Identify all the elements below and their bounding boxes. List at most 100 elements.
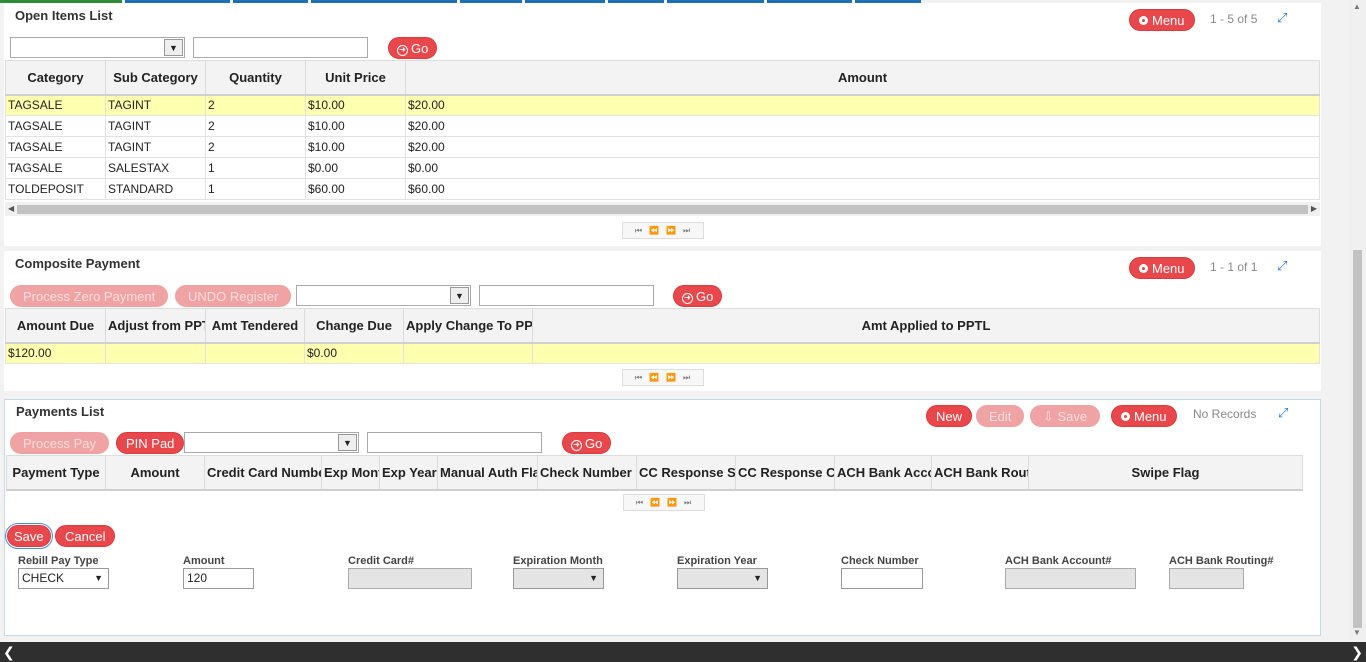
table-row[interactable]: TAGSALE TAGINT 2 $10.00 $20.00 — [5, 94, 1320, 116]
expiration-month-select[interactable]: ▼ — [513, 568, 604, 589]
column-header[interactable]: Credit Card Number — [204, 455, 322, 491]
column-header[interactable]: Change Due — [304, 308, 404, 344]
credit-card-input[interactable] — [348, 568, 472, 589]
vertical-scrollbar[interactable]: ▲ ▼ — [1349, 0, 1366, 640]
menu-button[interactable]: Menu — [1111, 405, 1177, 427]
column-header[interactable]: Adjust from PPTL — [105, 308, 206, 344]
cancel-button[interactable]: Cancel — [55, 525, 116, 547]
app-root: Open Items List Menu 1 - 5 of 5 ⤢ ▼ ➜ Go … — [0, 0, 1366, 662]
ach-bank-routing-input[interactable] — [1169, 568, 1244, 589]
go-button[interactable]: ➜ Go — [673, 285, 723, 307]
table-row[interactable]: TAGSALE SALESTAX 1 $0.00 $0.00 — [5, 157, 1320, 179]
column-header[interactable]: Check Number — [537, 455, 637, 491]
record-count: 1 - 1 of 1 — [1210, 260, 1258, 274]
expand-icon[interactable]: ⤢ — [1278, 406, 1292, 420]
cell: TAGSALE — [5, 157, 106, 179]
go-button[interactable]: ➜ Go — [562, 432, 612, 454]
column-header[interactable]: Exp Month — [321, 455, 380, 491]
scroll-left-icon[interactable]: ◀ — [8, 202, 14, 216]
save-label: Save — [1057, 409, 1088, 424]
column-header[interactable]: Amt Tendered — [205, 308, 305, 344]
column-header[interactable]: Payment Type — [6, 455, 106, 491]
filter-column-select[interactable]: ▼ — [184, 432, 359, 453]
check-number-input[interactable] — [841, 568, 923, 589]
menu-button[interactable]: Menu — [1129, 257, 1195, 279]
arrow-circle-icon: ➜ — [571, 440, 582, 451]
column-header[interactable]: Amount — [405, 60, 1320, 96]
scroll-right-icon[interactable]: ▶ — [1311, 202, 1317, 216]
column-header[interactable]: Category — [5, 60, 106, 96]
column-header[interactable]: Apply Change To PPTL — [403, 308, 533, 344]
expiration-year-label: Expiration Year — [677, 555, 757, 567]
column-header[interactable]: Exp Year — [379, 455, 438, 491]
column-header[interactable]: ACH Bank Routing — [931, 455, 1029, 491]
cell: TOLDEPOSIT — [5, 178, 106, 200]
payments-table: Payment Type Amount Credit Card Number E… — [6, 455, 1303, 491]
edit-button[interactable]: Edit — [976, 405, 1025, 427]
filter-column-select[interactable]: ▼ — [296, 285, 471, 306]
filter-column-select[interactable]: ▼ — [10, 37, 185, 58]
scroll-up-icon[interactable]: ▲ — [1353, 2, 1361, 11]
table-row[interactable]: $120.00 $0.00 — [5, 342, 1320, 364]
undo-register-button[interactable]: UNDO Register — [175, 285, 292, 307]
go-label: Go — [411, 41, 429, 56]
column-header[interactable]: Swipe Flag — [1028, 455, 1303, 491]
pagination-controls[interactable]: ⏮⏪⏩⏭ — [622, 222, 704, 239]
filter-input[interactable] — [479, 285, 654, 306]
cell: 2 — [205, 94, 306, 116]
cell: $60.00 — [305, 178, 406, 200]
menu-label: Menu — [1152, 13, 1185, 28]
go-button[interactable]: ➜ Go — [388, 37, 438, 59]
horizontal-scrollbar[interactable]: ◀ ▶ — [5, 202, 1320, 216]
amount-label: Amount — [183, 555, 225, 567]
scroll-down-icon[interactable]: ▼ — [1353, 628, 1361, 637]
scroll-left-icon[interactable]: ❮ — [3, 642, 15, 662]
column-header[interactable]: CC Response Code — [735, 455, 835, 491]
cell: TAGSALE — [5, 115, 106, 137]
filter-input[interactable] — [367, 432, 542, 453]
pagination-controls[interactable]: ⏮⏪⏩⏭ — [622, 369, 704, 386]
pagination-controls[interactable]: ⏮⏪⏩⏭ — [623, 494, 705, 511]
expand-icon[interactable]: ⤢ — [1277, 11, 1291, 25]
arrow-circle-icon: ➜ — [397, 45, 408, 56]
table-row[interactable]: TAGSALE TAGINT 2 $10.00 $20.00 — [5, 115, 1320, 137]
cell — [532, 342, 1320, 364]
open-items-table: Category Sub Category Quantity Unit Pric… — [5, 60, 1320, 200]
horizontal-page-scrollbar[interactable]: ❮ ❯ — [0, 642, 1366, 662]
save-button[interactable]: Save — [5, 523, 53, 549]
ach-bank-account-input[interactable] — [1005, 568, 1136, 589]
amount-input[interactable]: 120 — [183, 568, 254, 589]
expiration-year-select[interactable]: ▼ — [677, 568, 768, 589]
column-header[interactable]: Manual Auth Flag — [437, 455, 538, 491]
new-button[interactable]: New — [926, 405, 973, 427]
cell: TAGINT — [105, 115, 206, 137]
scrollbar-thumb[interactable] — [1353, 250, 1362, 628]
cell: $10.00 — [305, 136, 406, 158]
process-pay-button[interactable]: Process Pay — [10, 432, 109, 454]
scroll-right-icon[interactable]: ❯ — [1351, 642, 1363, 662]
column-header[interactable]: Amount Due — [5, 308, 106, 344]
composite-payment-table: Amount Due Adjust from PPTL Amt Tendered… — [5, 308, 1320, 364]
cell: $0.00 — [305, 157, 406, 179]
table-row[interactable]: TAGSALE TAGINT 2 $10.00 $20.00 — [5, 136, 1320, 158]
save-toolbar-button[interactable]: ⇩ Save — [1030, 405, 1101, 427]
scrollbar-thumb[interactable] — [17, 205, 1308, 214]
filter-input[interactable] — [193, 37, 368, 58]
column-header[interactable]: CC Response Status — [636, 455, 736, 491]
column-header[interactable]: Sub Category — [105, 60, 206, 96]
column-header[interactable]: ACH Bank Account — [834, 455, 932, 491]
column-header[interactable]: Amt Applied to PPTL — [532, 308, 1320, 344]
table-row[interactable]: TOLDEPOSIT STANDARD 1 $60.00 $60.00 — [5, 178, 1320, 200]
menu-label: Menu — [1152, 261, 1185, 276]
menu-button[interactable]: Menu — [1129, 9, 1195, 31]
column-header[interactable]: Unit Price — [305, 60, 406, 96]
expand-icon[interactable]: ⤢ — [1277, 259, 1291, 273]
column-header[interactable]: Quantity — [205, 60, 306, 96]
rebill-pay-type-select[interactable]: CHECK ▼ — [18, 568, 109, 589]
column-header[interactable]: Amount — [105, 455, 205, 491]
pin-pad-button[interactable]: PIN Pad — [116, 432, 185, 454]
cell: $10.00 — [305, 94, 406, 116]
credit-card-label: Credit Card# — [348, 555, 415, 567]
rebill-pay-type-label: Rebill Pay Type — [18, 555, 99, 567]
process-zero-payment-button[interactable]: Process Zero Payment — [10, 285, 169, 307]
